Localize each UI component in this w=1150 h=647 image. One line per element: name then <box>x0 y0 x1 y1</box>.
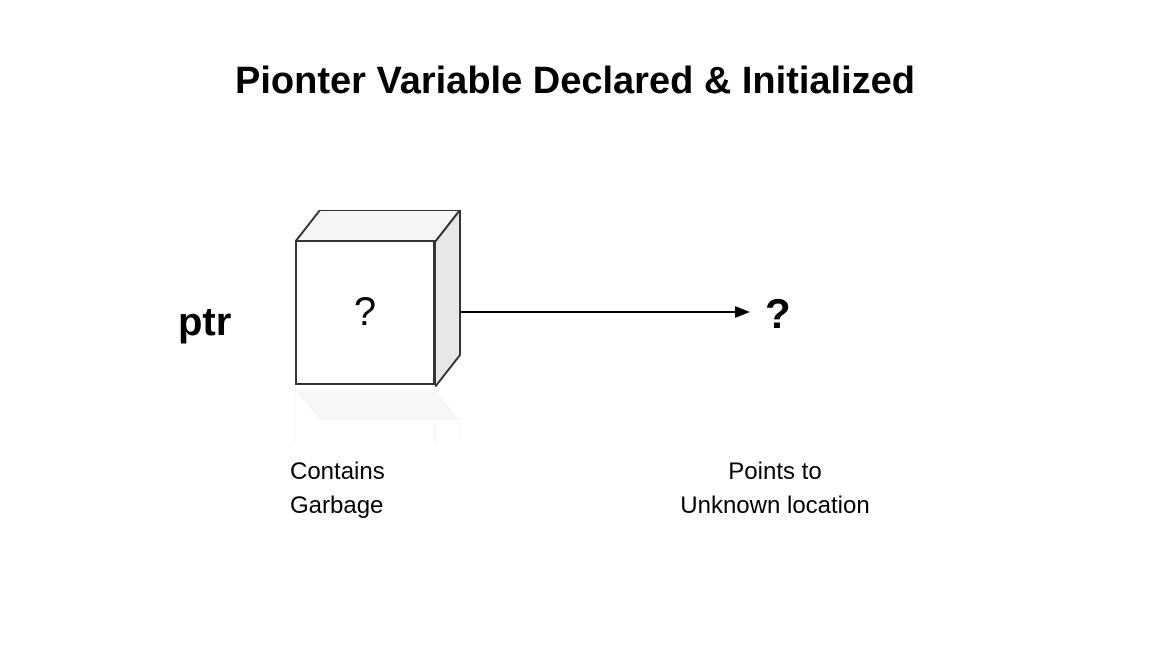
points-line1: Points to <box>650 455 900 489</box>
ptr-variable-label: ptr <box>178 300 231 345</box>
contains-line2: Garbage <box>290 489 385 523</box>
diagram-title: Pionter Variable Declared & Initialized <box>235 60 915 103</box>
cube-reflection <box>295 390 460 450</box>
box-content-qmark: ? <box>354 290 376 335</box>
points-line2: Unknown location <box>650 489 900 523</box>
points-unknown-label: Points to Unknown location <box>650 455 900 522</box>
memory-box-cube: ? <box>295 210 460 390</box>
cube-side-face <box>435 210 460 385</box>
contains-garbage-label: Contains Garbage <box>290 455 385 522</box>
pointer-arrow <box>460 302 750 322</box>
cube-front-face: ? <box>295 240 435 385</box>
target-question-mark: ? <box>765 290 791 338</box>
cube-top-face <box>295 210 435 240</box>
contains-line1: Contains <box>290 455 385 489</box>
